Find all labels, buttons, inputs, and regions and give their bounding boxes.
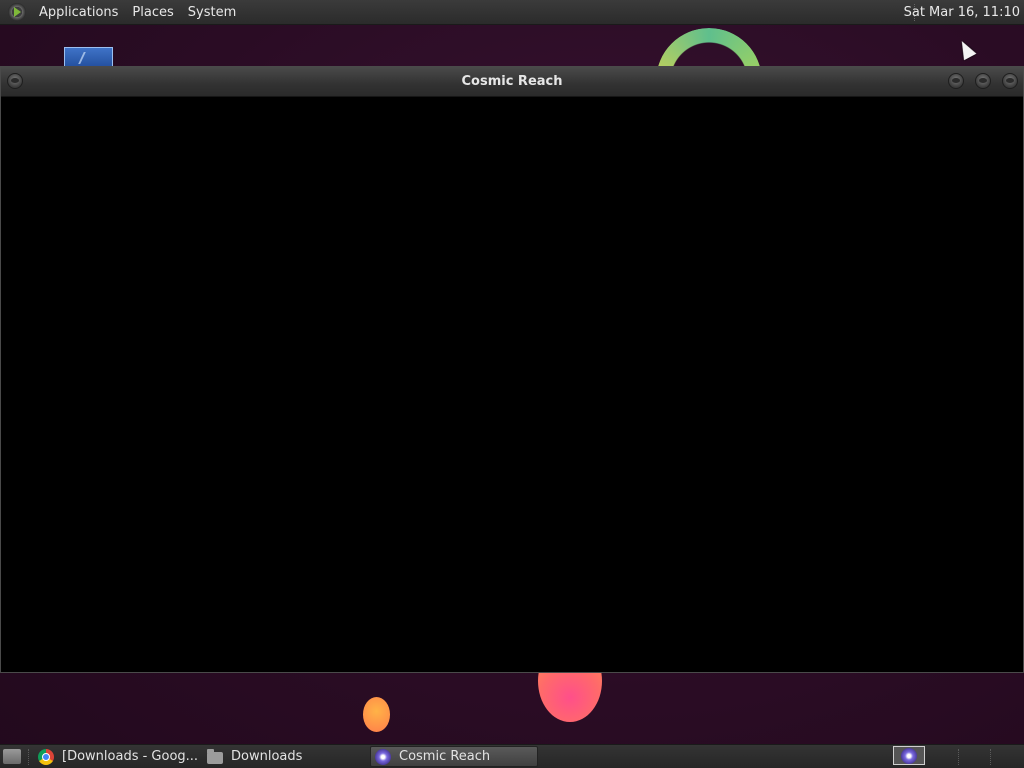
task-downloads-folder[interactable]: Downloads	[203, 746, 363, 767]
menu-system[interactable]: System	[181, 0, 243, 25]
game-viewport[interactable]	[1, 97, 1023, 672]
cosmic-reach-window: Cosmic Reach	[0, 66, 1024, 673]
applications-logo-icon[interactable]	[8, 3, 26, 21]
folder-icon	[207, 748, 223, 764]
panel-separator	[990, 749, 993, 765]
close-button[interactable]	[1002, 73, 1018, 89]
menu-places[interactable]: Places	[125, 0, 180, 25]
panel-separator	[958, 749, 961, 765]
menu-applications[interactable]: Applications	[32, 0, 125, 25]
top-panel: Applications Places System Sat Mar 16, 1…	[0, 0, 1024, 25]
window-title: Cosmic Reach	[461, 74, 563, 89]
maximize-button[interactable]	[975, 73, 991, 89]
task-label: Cosmic Reach	[399, 749, 491, 764]
task-label: [Downloads - Goog...	[62, 749, 199, 764]
show-desktop-icon[interactable]	[3, 749, 21, 764]
wallpaper-blob-small	[363, 697, 390, 732]
task-chrome-downloads[interactable]: [Downloads - Goog...	[34, 746, 202, 767]
cosmic-reach-icon	[375, 748, 391, 765]
chrome-icon	[38, 748, 54, 765]
clock[interactable]: Sat Mar 16, 11:10	[896, 0, 1020, 25]
task-cosmic-reach[interactable]: Cosmic Reach	[370, 746, 538, 767]
mouse-cursor-icon	[955, 37, 977, 61]
window-titlebar[interactable]: Cosmic Reach	[1, 67, 1023, 97]
bottom-panel: [Downloads - Goog... Downloads Cosmic Re…	[0, 744, 1024, 768]
task-label: Downloads	[231, 749, 303, 764]
cosmic-reach-icon	[901, 747, 917, 764]
minimize-button[interactable]	[948, 73, 964, 89]
panel-separator	[28, 749, 31, 765]
cosmic-reach-tray-icon[interactable]	[893, 746, 925, 765]
